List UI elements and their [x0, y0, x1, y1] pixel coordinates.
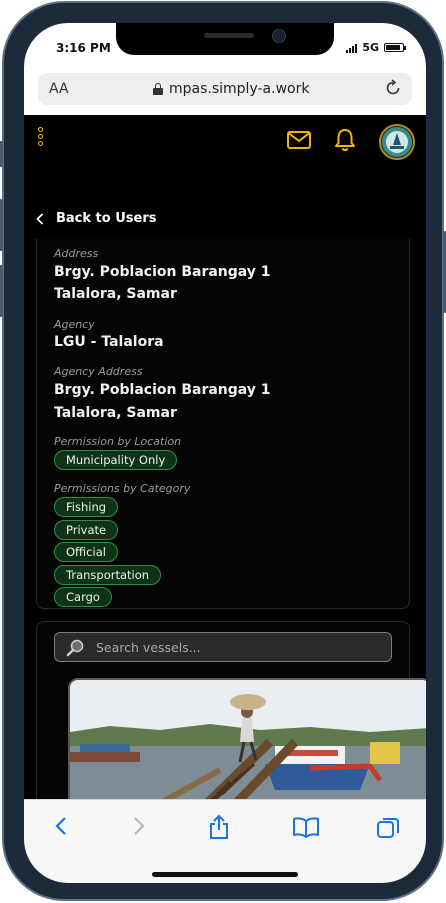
agency-address-line2: Talalora, Samar: [54, 405, 177, 421]
category-chip: Official: [54, 542, 118, 562]
battery-icon: [384, 43, 406, 52]
network-label: 5G: [362, 41, 379, 54]
chevron-left-icon: [36, 212, 44, 225]
front-camera: [272, 29, 286, 43]
mail-icon[interactable]: [286, 130, 312, 150]
speaker-grille: [204, 33, 254, 38]
back-label: Back to Users: [56, 211, 157, 226]
location-permission-chip: Municipality Only: [54, 450, 178, 470]
agency-address-line1: Brgy. Poblacion Barangay 1: [54, 382, 271, 398]
url-display[interactable]: mpas.simply-a.work: [153, 81, 309, 97]
back-arrow-icon[interactable]: [54, 816, 68, 836]
status-time: 3:16 PM: [56, 41, 111, 55]
category-chip: Private: [54, 520, 119, 540]
app-content: Back to Users Address Brgy. Poblacion Ba…: [24, 115, 426, 799]
agency-label: Agency: [54, 318, 95, 331]
phone-frame: 3:16 PM 5G AA mpas.simply-a.work Back to…: [0, 1, 446, 901]
address-label: Address: [54, 247, 99, 260]
url-text: mpas.simply-a.work: [169, 81, 310, 97]
home-indicator[interactable]: [152, 872, 298, 877]
signal-icon: [346, 43, 358, 53]
reload-icon[interactable]: [384, 79, 402, 97]
kebab-menu-icon[interactable]: [38, 127, 48, 153]
browser-toolbar: [24, 799, 426, 883]
vessel-photo: [70, 680, 426, 799]
app-header: [24, 115, 426, 175]
avatar-logo: [382, 127, 412, 157]
permission-category-label: Permissions by Category: [54, 482, 191, 495]
forward-arrow-icon[interactable]: [132, 816, 146, 836]
notch: [116, 23, 334, 55]
text-size-button[interactable]: AA: [49, 81, 69, 97]
bell-icon[interactable]: [334, 128, 356, 152]
tabs-icon[interactable]: [376, 816, 400, 840]
bookmarks-icon[interactable]: [292, 816, 320, 838]
status-bar: 3:16 PM 5G: [24, 23, 426, 71]
vessel-card[interactable]: [68, 678, 426, 799]
search-placeholder: Search vessels...: [96, 640, 201, 655]
address-line1: Brgy. Poblacion Barangay 1: [54, 264, 271, 280]
agency-address-label: Agency Address: [54, 365, 143, 378]
browser-address-bar: AA mpas.simply-a.work: [24, 71, 426, 115]
status-indicators: 5G: [346, 41, 406, 54]
volume-up-button: [0, 199, 3, 251]
vessel-search-input[interactable]: Search vessels...: [54, 632, 392, 662]
url-field[interactable]: AA mpas.simply-a.work: [38, 73, 412, 105]
share-icon[interactable]: [208, 814, 230, 840]
search-icon: [66, 639, 84, 657]
category-chip: Transportation: [54, 565, 162, 585]
back-to-users-link[interactable]: Back to Users: [36, 211, 157, 226]
lock-icon: [153, 83, 163, 95]
agency-value: LGU - Talalora: [54, 334, 164, 350]
permission-location-label: Permission by Location: [54, 435, 182, 448]
mute-switch: [0, 141, 3, 167]
user-details-card: Address Brgy. Poblacion Barangay 1 Talal…: [36, 239, 410, 609]
volume-down-button: [0, 265, 3, 317]
category-chip: Cargo: [54, 587, 112, 607]
category-chip: Fishing: [54, 497, 119, 517]
avatar[interactable]: [379, 124, 415, 160]
vessels-card: Search vessels...: [36, 621, 426, 799]
screen: 3:16 PM 5G AA mpas.simply-a.work Back to…: [24, 23, 426, 883]
address-line2: Talalora, Samar: [54, 286, 177, 302]
